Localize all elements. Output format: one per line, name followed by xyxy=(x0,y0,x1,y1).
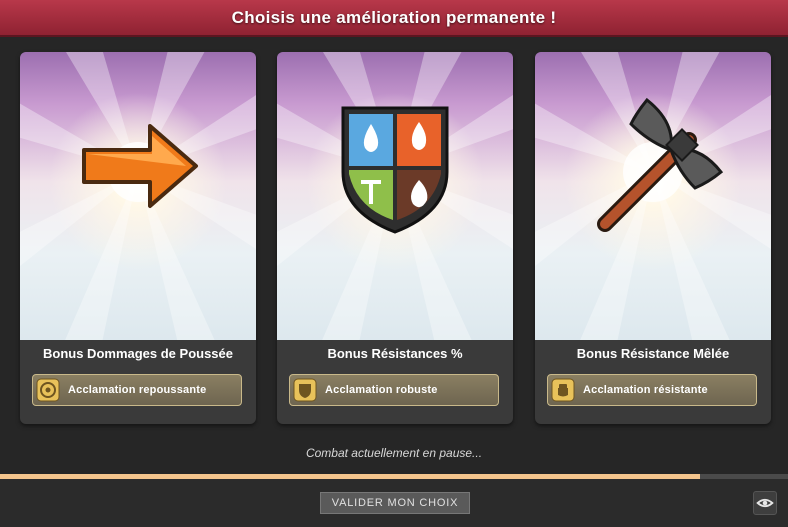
reward-badge[interactable]: Acclamation résistante xyxy=(547,374,757,406)
card-art xyxy=(20,52,256,340)
header-banner: Choisis une amélioration permanente ! xyxy=(0,0,788,37)
target-medal-icon xyxy=(36,378,60,402)
shield-medal-icon xyxy=(293,378,317,402)
footer-bar: VALIDER MON CHOIX xyxy=(0,479,788,527)
battle-axe-icon xyxy=(597,97,724,232)
orange-arrow-icon xyxy=(82,124,198,208)
upgrade-card-resistances[interactable]: Bonus Résistances % Acclamation robuste xyxy=(277,52,513,424)
eye-icon xyxy=(756,498,774,508)
card-title: Bonus Résistances % xyxy=(327,346,463,361)
reward-badge[interactable]: Acclamation repoussante xyxy=(32,374,242,406)
reward-badge[interactable]: Acclamation robuste xyxy=(289,374,499,406)
card-art xyxy=(535,52,771,340)
elemental-shield-icon xyxy=(341,106,449,234)
fist-medal-icon xyxy=(551,378,575,402)
validate-choice-button[interactable]: VALIDER MON CHOIX xyxy=(320,492,470,514)
reward-label: Acclamation robuste xyxy=(325,384,438,396)
page-title: Choisis une amélioration permanente ! xyxy=(231,7,557,27)
card-art xyxy=(277,52,513,340)
upgrade-card-melee-resistance[interactable]: Bonus Résistance Mêlée Acclamation résis… xyxy=(535,52,771,424)
reward-label: Acclamation repoussante xyxy=(68,384,207,396)
eye-toggle-button[interactable] xyxy=(753,491,777,515)
card-title: Bonus Dommages de Poussée xyxy=(43,346,233,361)
upgrade-card-push-damage[interactable]: Bonus Dommages de Poussée Acclamation re… xyxy=(20,52,256,424)
reward-label: Acclamation résistante xyxy=(583,384,708,396)
card-title: Bonus Résistance Mêlée xyxy=(576,346,730,361)
pause-status: Combat actuellement en pause... xyxy=(305,446,483,460)
